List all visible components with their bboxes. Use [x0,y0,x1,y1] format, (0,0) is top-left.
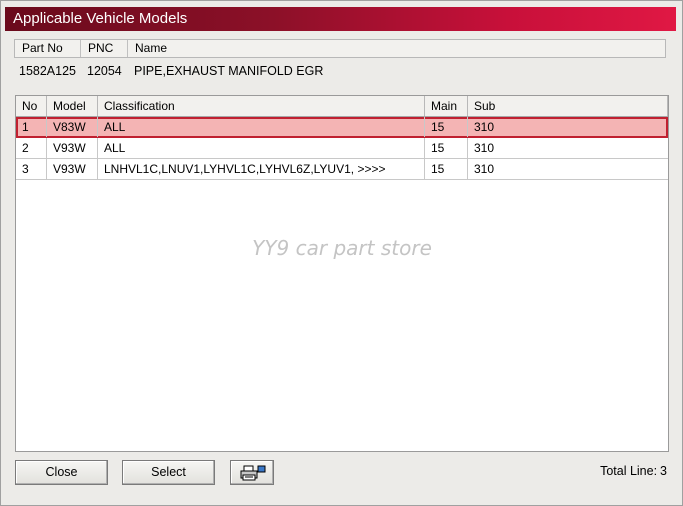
header-part-no: Part No [15,40,81,57]
cell-model: V93W [47,159,98,179]
header-name: Name [135,41,168,55]
table-row[interactable]: 2 V93W ALL 15 310 [16,138,668,159]
cell-main: 15 [425,117,468,137]
printer-icon [240,465,266,490]
vehicle-models-table[interactable]: No Model Classification Main Sub 1 V83W … [15,95,669,452]
cell-sub: 310 [474,120,495,134]
cell-main: 15 [425,138,468,158]
part-info-header: Part No PNC Name [14,39,666,58]
column-header-no[interactable]: No [16,96,47,116]
part-no-value: 1582A125 [19,64,77,78]
window-title: Applicable Vehicle Models [13,10,188,27]
cell-model: V93W [47,138,98,158]
cell-no: 2 [16,138,47,158]
cell-main: 15 [425,159,468,179]
table-row[interactable]: 1 V83W ALL 15 310 [16,117,668,138]
total-value: 3 [660,464,667,478]
column-header-model[interactable]: Model [47,96,98,116]
part-info-panel: Part No PNC Name 1582A125 12054 PIPE,EXH… [14,39,666,91]
cell-classification: ALL [98,138,425,158]
applicable-models-window: Applicable Vehicle Models Part No PNC Na… [0,0,683,506]
cell-classification: LNHVL1C,LNUV1,LYHVL1C,LYHVL6Z,LYUV1, >>>… [98,159,425,179]
watermark-text: YY9 car part store [252,236,432,260]
cell-sub: 310 [474,162,495,176]
part-name-value: PIPE,EXHAUST MANIFOLD EGR [134,64,324,78]
title-bar[interactable]: Applicable Vehicle Models [5,7,676,31]
column-header-classification[interactable]: Classification [98,96,425,116]
cell-no: 1 [16,117,47,137]
cell-sub: 310 [474,141,495,155]
total-label: Total Line: [600,464,658,478]
cell-classification: ALL [98,117,425,137]
close-button[interactable]: Close [15,460,108,485]
table-header: No Model Classification Main Sub [16,96,668,117]
total-lines: Total Line: 3 [600,464,667,478]
pnc-value: 12054 [87,64,122,78]
print-button[interactable] [230,460,274,485]
header-pnc: PNC [81,40,128,57]
cell-no: 3 [16,159,47,179]
table-row[interactable]: 3 V93W LNHVL1C,LNUV1,LYHVL1C,LYHVL6Z,LYU… [16,159,668,180]
select-button[interactable]: Select [122,460,215,485]
column-header-main[interactable]: Main [425,96,468,116]
column-header-sub[interactable]: Sub [468,96,668,116]
part-info-row: 1582A125 12054 PIPE,EXHAUST MANIFOLD EGR [14,61,666,81]
cell-model: V83W [47,117,98,137]
